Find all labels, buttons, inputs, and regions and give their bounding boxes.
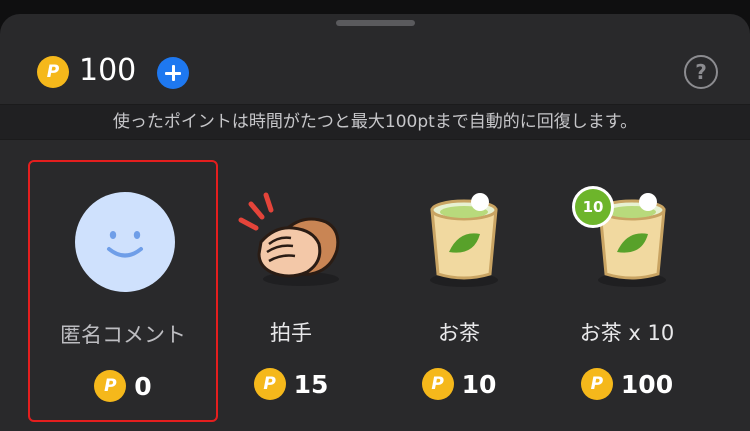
gift-item-price: P 15 — [196, 367, 386, 401]
price-value: 0 — [134, 371, 152, 401]
quantity-badge: 10 — [572, 186, 614, 228]
coin-symbol: P — [46, 62, 60, 82]
point-coin-icon: P — [580, 368, 613, 400]
gift-item-label: 拍手 — [270, 321, 312, 345]
add-points-button[interactable] — [157, 57, 189, 89]
point-balance: 100 — [79, 53, 137, 88]
gift-item-tea-x10[interactable]: 10 お茶 x 10 P 100 — [532, 160, 722, 422]
price-value: 100 — [620, 369, 674, 399]
gift-item-clap[interactable]: 拍手 P 15 — [196, 160, 386, 422]
recovery-notice-text: 使ったポイントは時間がたつと最大100ptまで自動的に回復します。 — [112, 112, 638, 132]
gift-item-price: P 100 — [532, 367, 722, 401]
gift-item-anonymous-comment[interactable]: 匿名コメント P 0 — [28, 160, 218, 422]
gift-item-label: お茶 — [438, 321, 480, 345]
point-coin-icon: P — [37, 56, 69, 88]
price-value: 10 — [461, 369, 497, 399]
gift-item-price: P 10 — [364, 367, 554, 401]
gift-sheet: P 100 ? 使ったポイントは時間がたつと最大100ptまで自動的に回復します… — [0, 14, 750, 431]
recovery-notice: 使ったポイントは時間がたつと最大100ptまで自動的に回復します。 — [0, 104, 750, 140]
tea-cup-icon — [424, 190, 504, 290]
clapping-hands-icon — [231, 182, 351, 292]
help-icon[interactable]: ? — [684, 55, 718, 89]
point-coin-icon: P — [94, 370, 127, 402]
gift-item-tea[interactable]: お茶 P 10 — [364, 160, 554, 422]
gift-item-price: P 0 — [30, 369, 216, 403]
price-value: 15 — [293, 369, 329, 399]
point-coin-icon: P — [253, 368, 286, 400]
point-coin-icon: P — [421, 368, 454, 400]
tea-cup-x10-icon: 10 — [572, 186, 672, 290]
gift-item-label: 匿名コメント — [60, 323, 186, 347]
points-header: P 100 ? — [0, 26, 750, 104]
smiley-face-icon — [75, 192, 175, 292]
gift-item-label: お茶 x 10 — [579, 321, 675, 345]
